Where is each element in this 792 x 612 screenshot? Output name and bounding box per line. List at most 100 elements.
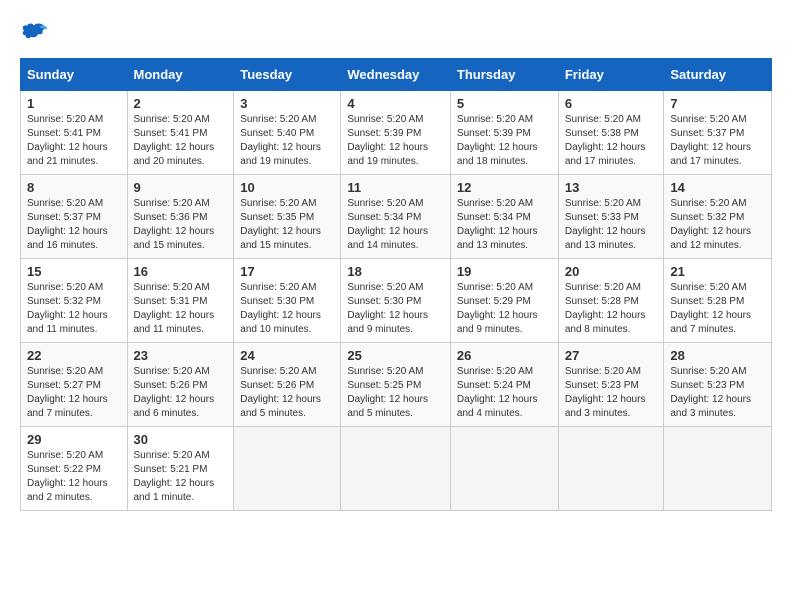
- day-number: 22: [27, 348, 121, 363]
- calendar-cell: 2 Sunrise: 5:20 AM Sunset: 5:41 PM Daylig…: [127, 91, 234, 175]
- week-row-4: 22 Sunrise: 5:20 AM Sunset: 5:27 PM Dayli…: [21, 343, 772, 427]
- calendar-cell: 25 Sunrise: 5:20 AM Sunset: 5:25 PM Dayli…: [341, 343, 451, 427]
- calendar-cell: 9 Sunrise: 5:20 AM Sunset: 5:36 PM Daylig…: [127, 175, 234, 259]
- calendar-cell: 4Sunrise: 5:20 AM Sunset: 5:39 PM Daylig…: [341, 91, 451, 175]
- day-info: Sunrise: 5:20 AM Sunset: 5:21 PM Dayligh…: [134, 449, 228, 505]
- day-number: 21: [670, 264, 765, 279]
- calendar-table: SundayMondayTuesdayWednesdayThursdayFrid…: [20, 58, 772, 511]
- day-info: Sunrise: 5:20 AM Sunset: 5:26 PM Dayligh…: [240, 365, 334, 421]
- day-info: Sunrise: 5:20 AM Sunset: 5:39 PM Dayligh…: [457, 113, 552, 169]
- day-number: 8: [27, 180, 121, 195]
- week-row-3: 15 Sunrise: 5:20 AM Sunset: 5:32 PM Dayli…: [21, 259, 772, 343]
- day-number: 19: [457, 264, 552, 279]
- day-info: Sunrise: 5:20 AM Sunset: 5:33 PM Dayligh…: [565, 197, 658, 253]
- calendar-cell: 23 Sunrise: 5:20 AM Sunset: 5:26 PM Dayli…: [127, 343, 234, 427]
- col-header-sunday: Sunday: [21, 59, 128, 91]
- calendar-cell: 13 Sunrise: 5:20 AM Sunset: 5:33 PM Dayli…: [558, 175, 664, 259]
- day-number: 6: [565, 96, 658, 111]
- calendar-cell: 3 Sunrise: 5:20 AM Sunset: 5:40 PM Daylig…: [234, 91, 341, 175]
- day-info: Sunrise: 5:20 AM Sunset: 5:35 PM Dayligh…: [240, 197, 334, 253]
- page-header: [20, 20, 772, 48]
- day-number: 4: [347, 96, 444, 111]
- calendar-cell: [664, 427, 772, 511]
- day-number: 16: [134, 264, 228, 279]
- calendar-cell: 24 Sunrise: 5:20 AM Sunset: 5:26 PM Dayli…: [234, 343, 341, 427]
- day-number: 25: [347, 348, 444, 363]
- col-header-monday: Monday: [127, 59, 234, 91]
- day-info: Sunrise: 5:20 AM Sunset: 5:38 PM Dayligh…: [565, 113, 658, 169]
- day-info: Sunrise: 5:20 AM Sunset: 5:26 PM Dayligh…: [134, 365, 228, 421]
- day-number: 15: [27, 264, 121, 279]
- calendar-cell: 21 Sunrise: 5:20 AM Sunset: 5:28 PM Dayli…: [664, 259, 772, 343]
- week-row-5: 29 Sunrise: 5:20 AM Sunset: 5:22 PM Dayli…: [21, 427, 772, 511]
- day-number: 12: [457, 180, 552, 195]
- calendar-header-row: SundayMondayTuesdayWednesdayThursdayFrid…: [21, 59, 772, 91]
- day-info: Sunrise: 5:20 AM Sunset: 5:24 PM Dayligh…: [457, 365, 552, 421]
- logo-bird-icon: [20, 20, 48, 48]
- col-header-saturday: Saturday: [664, 59, 772, 91]
- calendar-cell: 14 Sunrise: 5:20 AM Sunset: 5:32 PM Dayli…: [664, 175, 772, 259]
- calendar-cell: 19 Sunrise: 5:20 AM Sunset: 5:29 PM Dayli…: [450, 259, 558, 343]
- day-number: 29: [27, 432, 121, 447]
- day-number: 13: [565, 180, 658, 195]
- calendar-cell: [558, 427, 664, 511]
- day-info: Sunrise: 5:20 AM Sunset: 5:41 PM Dayligh…: [134, 113, 228, 169]
- col-header-friday: Friday: [558, 59, 664, 91]
- calendar-cell: 18 Sunrise: 5:20 AM Sunset: 5:30 PM Dayli…: [341, 259, 451, 343]
- calendar-cell: [234, 427, 341, 511]
- day-number: 5: [457, 96, 552, 111]
- day-info: Sunrise: 5:20 AM Sunset: 5:30 PM Dayligh…: [347, 281, 444, 337]
- day-number: 3: [240, 96, 334, 111]
- calendar-cell: 30 Sunrise: 5:20 AM Sunset: 5:21 PM Dayli…: [127, 427, 234, 511]
- day-number: 18: [347, 264, 444, 279]
- day-info: Sunrise: 5:20 AM Sunset: 5:28 PM Dayligh…: [565, 281, 658, 337]
- calendar-cell: 5 Sunrise: 5:20 AM Sunset: 5:39 PM Daylig…: [450, 91, 558, 175]
- day-number: 26: [457, 348, 552, 363]
- calendar-cell: 6 Sunrise: 5:20 AM Sunset: 5:38 PM Daylig…: [558, 91, 664, 175]
- day-number: 23: [134, 348, 228, 363]
- day-number: 20: [565, 264, 658, 279]
- day-number: 30: [134, 432, 228, 447]
- day-number: 17: [240, 264, 334, 279]
- day-number: 27: [565, 348, 658, 363]
- calendar-cell: 29 Sunrise: 5:20 AM Sunset: 5:22 PM Dayli…: [21, 427, 128, 511]
- day-number: 10: [240, 180, 334, 195]
- day-info: Sunrise: 5:20 AM Sunset: 5:25 PM Dayligh…: [347, 365, 444, 421]
- day-number: 7: [670, 96, 765, 111]
- day-info: Sunrise: 5:20 AM Sunset: 5:29 PM Dayligh…: [457, 281, 552, 337]
- calendar-cell: 8 Sunrise: 5:20 AM Sunset: 5:37 PM Daylig…: [21, 175, 128, 259]
- calendar-cell: 15 Sunrise: 5:20 AM Sunset: 5:32 PM Dayli…: [21, 259, 128, 343]
- day-info: Sunrise: 5:20 AM Sunset: 5:34 PM Dayligh…: [457, 197, 552, 253]
- day-info: Sunrise: 5:20 AM Sunset: 5:22 PM Dayligh…: [27, 449, 121, 505]
- day-number: 24: [240, 348, 334, 363]
- calendar-cell: [341, 427, 451, 511]
- day-info: Sunrise: 5:20 AM Sunset: 5:40 PM Dayligh…: [240, 113, 334, 169]
- logo: [20, 20, 52, 48]
- day-info: Sunrise: 5:20 AM Sunset: 5:28 PM Dayligh…: [670, 281, 765, 337]
- calendar-cell: 16 Sunrise: 5:20 AM Sunset: 5:31 PM Dayli…: [127, 259, 234, 343]
- day-info: Sunrise: 5:20 AM Sunset: 5:41 PM Dayligh…: [27, 113, 121, 169]
- day-number: 14: [670, 180, 765, 195]
- day-info: Sunrise: 5:20 AM Sunset: 5:36 PM Dayligh…: [134, 197, 228, 253]
- day-number: 2: [134, 96, 228, 111]
- calendar-cell: 22 Sunrise: 5:20 AM Sunset: 5:27 PM Dayli…: [21, 343, 128, 427]
- day-info: Sunrise: 5:20 AM Sunset: 5:32 PM Dayligh…: [27, 281, 121, 337]
- day-info: Sunrise: 5:20 AM Sunset: 5:31 PM Dayligh…: [134, 281, 228, 337]
- day-info: Sunrise: 5:20 AM Sunset: 5:37 PM Dayligh…: [670, 113, 765, 169]
- week-row-1: 1 Sunrise: 5:20 AM Sunset: 5:41 PM Daylig…: [21, 91, 772, 175]
- day-info: Sunrise: 5:20 AM Sunset: 5:37 PM Dayligh…: [27, 197, 121, 253]
- day-number: 1: [27, 96, 121, 111]
- col-header-thursday: Thursday: [450, 59, 558, 91]
- calendar-cell: 11Sunrise: 5:20 AM Sunset: 5:34 PM Dayli…: [341, 175, 451, 259]
- day-info: Sunrise: 5:20 AM Sunset: 5:27 PM Dayligh…: [27, 365, 121, 421]
- calendar-cell: 20 Sunrise: 5:20 AM Sunset: 5:28 PM Dayli…: [558, 259, 664, 343]
- calendar-cell: 28 Sunrise: 5:20 AM Sunset: 5:23 PM Dayli…: [664, 343, 772, 427]
- day-info: Sunrise: 5:20 AM Sunset: 5:34 PM Dayligh…: [347, 197, 444, 253]
- day-info: Sunrise: 5:20 AM Sunset: 5:32 PM Dayligh…: [670, 197, 765, 253]
- day-number: 28: [670, 348, 765, 363]
- day-info: Sunrise: 5:20 AM Sunset: 5:23 PM Dayligh…: [565, 365, 658, 421]
- day-number: 9: [134, 180, 228, 195]
- day-info: Sunrise: 5:20 AM Sunset: 5:23 PM Dayligh…: [670, 365, 765, 421]
- calendar-cell: 10 Sunrise: 5:20 AM Sunset: 5:35 PM Dayli…: [234, 175, 341, 259]
- calendar-cell: 27 Sunrise: 5:20 AM Sunset: 5:23 PM Dayli…: [558, 343, 664, 427]
